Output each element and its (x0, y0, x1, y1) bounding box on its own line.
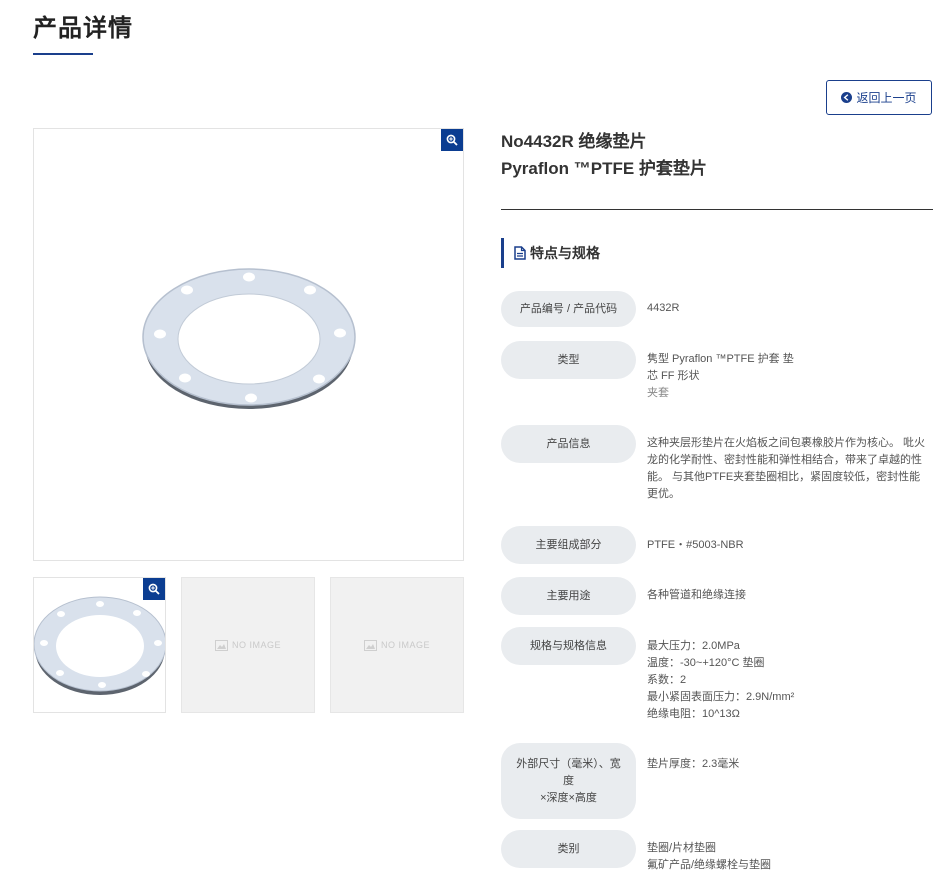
spec-label: 产品信息 (501, 425, 636, 463)
spec-value-line: 龙的化学耐性、密封性能和弹性相结合，带来了卓越的性 (647, 454, 922, 466)
main-product-image[interactable] (33, 128, 464, 561)
document-icon (514, 246, 526, 260)
gasket-image (142, 268, 356, 409)
spec-label-line: 外部尺寸（毫米）、宽 (516, 757, 621, 770)
zoom-in-icon (446, 134, 458, 146)
spec-label: 主要用途 (501, 577, 636, 615)
image-placeholder-icon (363, 639, 377, 651)
spec-label: 规格与规格信息 (501, 627, 636, 665)
spec-value: 垫片厚度：2.3毫米 (647, 756, 937, 773)
product-name: No4432R 绝缘垫片 Pyraflon ™PTFE 护套垫片 (501, 128, 707, 182)
specs-section-title: 特点与规格 (530, 245, 600, 261)
gasket-thumbnail (34, 596, 165, 695)
spec-value: 隽型 Pyraflon ™PTFE 护套 垫 芯 FF 形状 夹套 (647, 351, 937, 402)
spec-value-line: 更优。 (647, 488, 680, 500)
thumbnail-1[interactable] (33, 577, 166, 713)
no-image-label: NO IMAGE (380, 640, 430, 650)
spec-label: 类型 (501, 341, 636, 379)
spec-value-line: 芯 FF 形状 (647, 370, 700, 382)
spec-value-line: PTFE・#5003-NBR (647, 539, 744, 551)
spec-value: 垫圈/片材垫圈 氟矿产品/绝缘螺栓与垫圈 (647, 840, 937, 874)
image-placeholder-icon (214, 639, 228, 651)
specs-section-heading: 特点与规格 (501, 238, 600, 268)
zoom-button[interactable] (441, 129, 463, 151)
spec-value-line: 绝缘电阻：10^13Ω (647, 708, 740, 720)
page-title: 产品详情 (33, 15, 133, 42)
product-name-line1: No4432R 绝缘垫片 (501, 132, 647, 151)
spec-value-line: 4432R (647, 302, 680, 314)
spec-value: 各种管道和绝缘连接 (647, 587, 937, 604)
spec-value: 最大压力：2.0MPa 温度：-30~+120°C 垫圈 系数：2 最小紧固表面… (647, 638, 937, 723)
spec-label-line: 度 (563, 774, 574, 787)
spec-value: 4432R (647, 300, 937, 317)
thumbnail-3[interactable]: NO IMAGE (330, 577, 464, 713)
spec-label: 外部尺寸（毫米）、宽 度 ×深度×高度 (501, 743, 636, 819)
spec-value-line: 温度：-30~+120°C 垫圈 (647, 657, 765, 669)
spec-value-line: 能。 与其他PTFE夹套垫圈相比，紧固度较低，密封性能 (647, 471, 921, 483)
arrow-circle-left-icon (841, 92, 853, 103)
spec-value: PTFE・#5003-NBR (647, 537, 937, 554)
title-underline (33, 53, 93, 55)
spec-value-line: 最大压力：2.0MPa (647, 640, 740, 652)
product-name-line2: Pyraflon ™PTFE 护套垫片 (501, 159, 707, 178)
back-button-label: 返回上一页 (856, 91, 917, 105)
spec-value-line: 隽型 Pyraflon ™PTFE 护套 垫 (647, 353, 794, 365)
back-button[interactable]: 返回上一页 (826, 80, 932, 115)
spec-label: 类别 (501, 830, 636, 868)
spec-value-line: 系数：2 (647, 674, 687, 686)
thumbnail-2[interactable]: NO IMAGE (181, 577, 315, 713)
spec-label-line: ×深度×高度 (540, 791, 597, 804)
divider (501, 209, 933, 210)
no-image-label: NO IMAGE (231, 640, 281, 650)
spec-value-line: 垫圈/片材垫圈 (647, 842, 717, 854)
spec-value-line: 垫片厚度：2.3毫米 (647, 758, 740, 770)
spec-value-line: 最小紧固表面压力：2.9N/mm² (647, 691, 795, 703)
spec-value-line: 这种夹层形垫片在火焰板之间包裹橡胶片作为核心。 吡火 (647, 437, 926, 449)
spec-value: 这种夹层形垫片在火焰板之间包裹橡胶片作为核心。 吡火 龙的化学耐性、密封性能和弹… (647, 435, 937, 503)
spec-value-line: 各种管道和绝缘连接 (647, 589, 746, 601)
spec-label: 主要组成部分 (501, 526, 636, 564)
spec-value-line: 氟矿产品/绝缘螺栓与垫圈 (647, 859, 772, 871)
spec-value-line: 夹套 (647, 387, 669, 399)
spec-label: 产品编号 / 产品代码 (501, 291, 636, 327)
